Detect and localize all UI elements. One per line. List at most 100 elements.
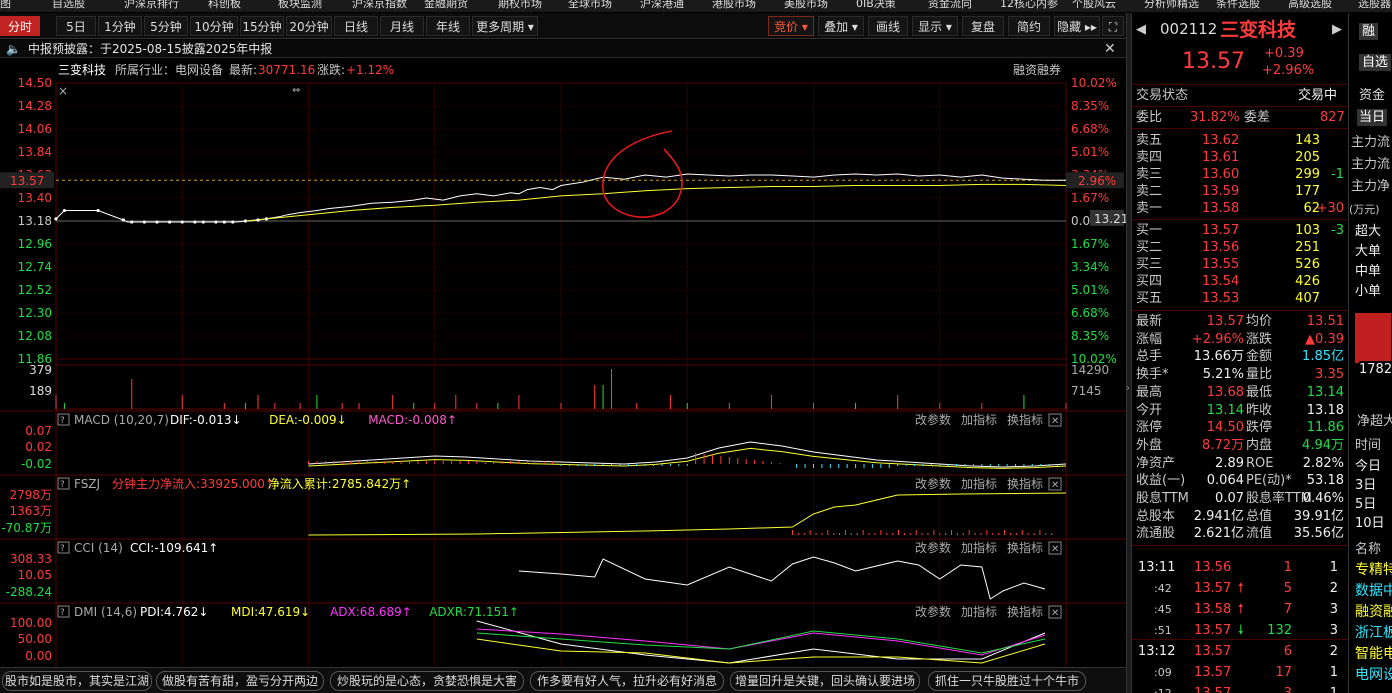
fund-tab[interactable]: 资金 xyxy=(1359,87,1385,104)
tick-price: 13.57 xyxy=(1194,644,1232,659)
book-price[interactable]: 13.57 xyxy=(1202,222,1239,239)
price-tick: 13.40 xyxy=(18,191,52,205)
period-tab[interactable]: 更多周期 ▾ xyxy=(472,16,538,36)
period-option[interactable]: 5日 xyxy=(1355,496,1376,513)
toolbar-button[interactable]: 复盘 xyxy=(962,16,1004,36)
period-tab[interactable]: 1分钟 xyxy=(98,16,142,36)
pan-arrows-icon[interactable]: ⇔ xyxy=(292,85,300,96)
period-option[interactable]: 今日 xyxy=(1355,458,1381,475)
concept-item[interactable]: 浙江板 xyxy=(1355,625,1392,642)
concept-item[interactable]: 电网设 xyxy=(1355,667,1392,684)
book-price[interactable]: 13.53 xyxy=(1202,290,1239,307)
top-menu-item[interactable]: 沪深港通 xyxy=(640,0,684,11)
indicator-button[interactable]: 加指标 xyxy=(961,412,997,427)
zixuan-button[interactable]: 自选 xyxy=(1359,54,1392,71)
book-price[interactable]: 13.56 xyxy=(1202,239,1239,256)
top-menu-item[interactable]: 条件选股 xyxy=(1216,0,1260,11)
order-size-label: 大单 xyxy=(1355,244,1382,259)
period-option[interactable]: 10日 xyxy=(1355,515,1385,532)
top-menu-item[interactable]: 美股市场 xyxy=(784,0,828,11)
book-price[interactable]: 13.59 xyxy=(1202,183,1239,200)
fund-item: 主力流 xyxy=(1351,135,1391,150)
top-menu-item[interactable]: 科创板 xyxy=(208,0,241,11)
toolbar-button[interactable]: 简约 xyxy=(1008,16,1050,36)
stat-label: 外盘 xyxy=(1136,437,1163,453)
rong-button[interactable]: 融 xyxy=(1359,23,1379,40)
toolbar-button[interactable]: 隐藏 ▸▸ xyxy=(1054,16,1100,36)
top-menu-item[interactable]: 个股风云 xyxy=(1072,0,1116,11)
tip-button[interactable]: 抓住一只牛股胜过十个牛市 xyxy=(928,671,1086,691)
book-price[interactable]: 13.55 xyxy=(1202,256,1239,273)
top-menu-item[interactable]: 全球市场 xyxy=(568,0,612,11)
concept-item[interactable]: 专精特 xyxy=(1355,562,1392,579)
top-menu-item[interactable]: 分析师精选 xyxy=(1144,0,1199,11)
tip-button[interactable]: 增量回升是关键，回头确认要进场 xyxy=(730,671,920,691)
period-tab[interactable]: 5分钟 xyxy=(144,16,188,36)
top-menu-item[interactable]: 港股市场 xyxy=(712,0,756,11)
prev-stock-icon[interactable]: ◀ xyxy=(1136,21,1146,38)
period-tab[interactable]: 5日 xyxy=(56,16,96,36)
stat-value: 14.50 xyxy=(1206,420,1244,436)
indicator-button[interactable]: 改参数 xyxy=(915,540,951,555)
next-stock-icon[interactable]: ▶ xyxy=(1332,21,1342,38)
book-price[interactable]: 13.58 xyxy=(1202,200,1239,217)
collapse-arrow-icon[interactable]: › xyxy=(1126,383,1130,394)
concept-item[interactable]: 融资融 xyxy=(1355,604,1392,621)
bottom-tips-bar: 股市如是股市，其实是江湖 做股有苦有甜，盈亏分开两边 炒股玩的是心态，贪婪恐惧是大害… xyxy=(0,667,1126,693)
period-tab[interactable]: 20分钟 xyxy=(286,16,332,36)
book-price[interactable]: 13.62 xyxy=(1202,132,1239,149)
indicator-button[interactable]: 换指标 xyxy=(1007,540,1043,555)
indicator-button[interactable]: 改参数 xyxy=(915,412,951,427)
today-tab[interactable]: 当日 xyxy=(1357,109,1388,126)
close-icon[interactable]: ✕ xyxy=(1104,40,1116,58)
indicator-button[interactable]: 换指标 xyxy=(1007,604,1043,619)
toolbar-button[interactable]: 显示 ▾ xyxy=(912,16,958,36)
indicator-button[interactable]: 加指标 xyxy=(961,540,997,555)
top-menu-item[interactable]: 期权市场 xyxy=(498,0,542,11)
toolbar-button[interactable]: 叠加 ▾ xyxy=(818,16,864,36)
top-menu-item[interactable]: 板块监测 xyxy=(278,0,322,11)
top-menu-item[interactable]: 资金流向 xyxy=(928,0,972,11)
top-menu-item[interactable]: 沪深京指数 xyxy=(352,0,407,11)
chart-area[interactable]: 三变科技 所属行业：电网设备 最新: 30771.16 涨跌: +1.12% 融资融券 14.… xyxy=(0,59,1126,667)
tip-button[interactable]: 作多要有好人气，拉升必有好消息 xyxy=(530,671,724,691)
tip-button[interactable]: 炒股玩的是心态，贪婪恐惧是大害 xyxy=(330,671,524,691)
period-tab[interactable]: 日线 xyxy=(334,16,378,36)
period-tab[interactable]: 月线 xyxy=(380,16,424,36)
book-price[interactable]: 13.60 xyxy=(1202,166,1239,183)
rzrq-label[interactable]: 融资融券 xyxy=(1013,62,1061,77)
indicator-button[interactable]: 加指标 xyxy=(961,476,997,491)
concept-item[interactable]: 数据中 xyxy=(1355,583,1392,600)
tick-volume: 17 xyxy=(1275,665,1292,680)
top-menu-item[interactable]: 自选股 xyxy=(52,0,85,11)
indicator-button[interactable]: 换指标 xyxy=(1007,412,1043,427)
top-menu-item[interactable]: 12核心内参 xyxy=(1000,0,1058,11)
indicator-button[interactable]: 改参数 xyxy=(915,476,951,491)
indicator-button[interactable]: 改参数 xyxy=(915,604,951,619)
tip-button[interactable]: 做股有苦有甜，盈亏分开两边 xyxy=(156,671,324,691)
period-tab[interactable]: 分时 xyxy=(0,16,40,36)
notice-text[interactable]: 中报预披露：于2025-08-15披露2025年中报 xyxy=(28,40,272,58)
fullscreen-icon[interactable]: ⛶ xyxy=(1102,16,1124,36)
toolbar-button[interactable]: 画线 xyxy=(868,16,908,36)
book-price[interactable]: 13.61 xyxy=(1202,149,1239,166)
close-icon[interactable]: × xyxy=(58,84,68,98)
period-tab[interactable]: 10分钟 xyxy=(190,16,238,36)
price-tick: 12.74 xyxy=(18,260,52,274)
period-tab[interactable]: 15分钟 xyxy=(240,16,284,36)
book-volume: 251 xyxy=(1295,240,1320,255)
top-menu-item[interactable]: 0IB决策 xyxy=(856,0,896,11)
book-price[interactable]: 13.54 xyxy=(1202,273,1239,290)
top-menu-item[interactable]: 高级选股 xyxy=(1288,0,1332,11)
toolbar-button[interactable]: 竞价 ▾ xyxy=(768,16,814,36)
concept-item[interactable]: 智能电 xyxy=(1355,646,1392,663)
tip-button[interactable]: 股市如是股市，其实是江湖 xyxy=(2,671,152,691)
period-tab[interactable]: 年线 xyxy=(426,16,470,36)
period-option[interactable]: 3日 xyxy=(1355,477,1376,494)
indicator-button[interactable]: 换指标 xyxy=(1007,476,1043,491)
top-menu-item[interactable]: 图 xyxy=(0,0,11,11)
top-menu-item[interactable]: 选股器 xyxy=(1358,0,1391,11)
indicator-button[interactable]: 加指标 xyxy=(961,604,997,619)
top-menu-item[interactable]: 沪深京排行 xyxy=(124,0,179,11)
top-menu-item[interactable]: 金融期货 xyxy=(424,0,468,11)
